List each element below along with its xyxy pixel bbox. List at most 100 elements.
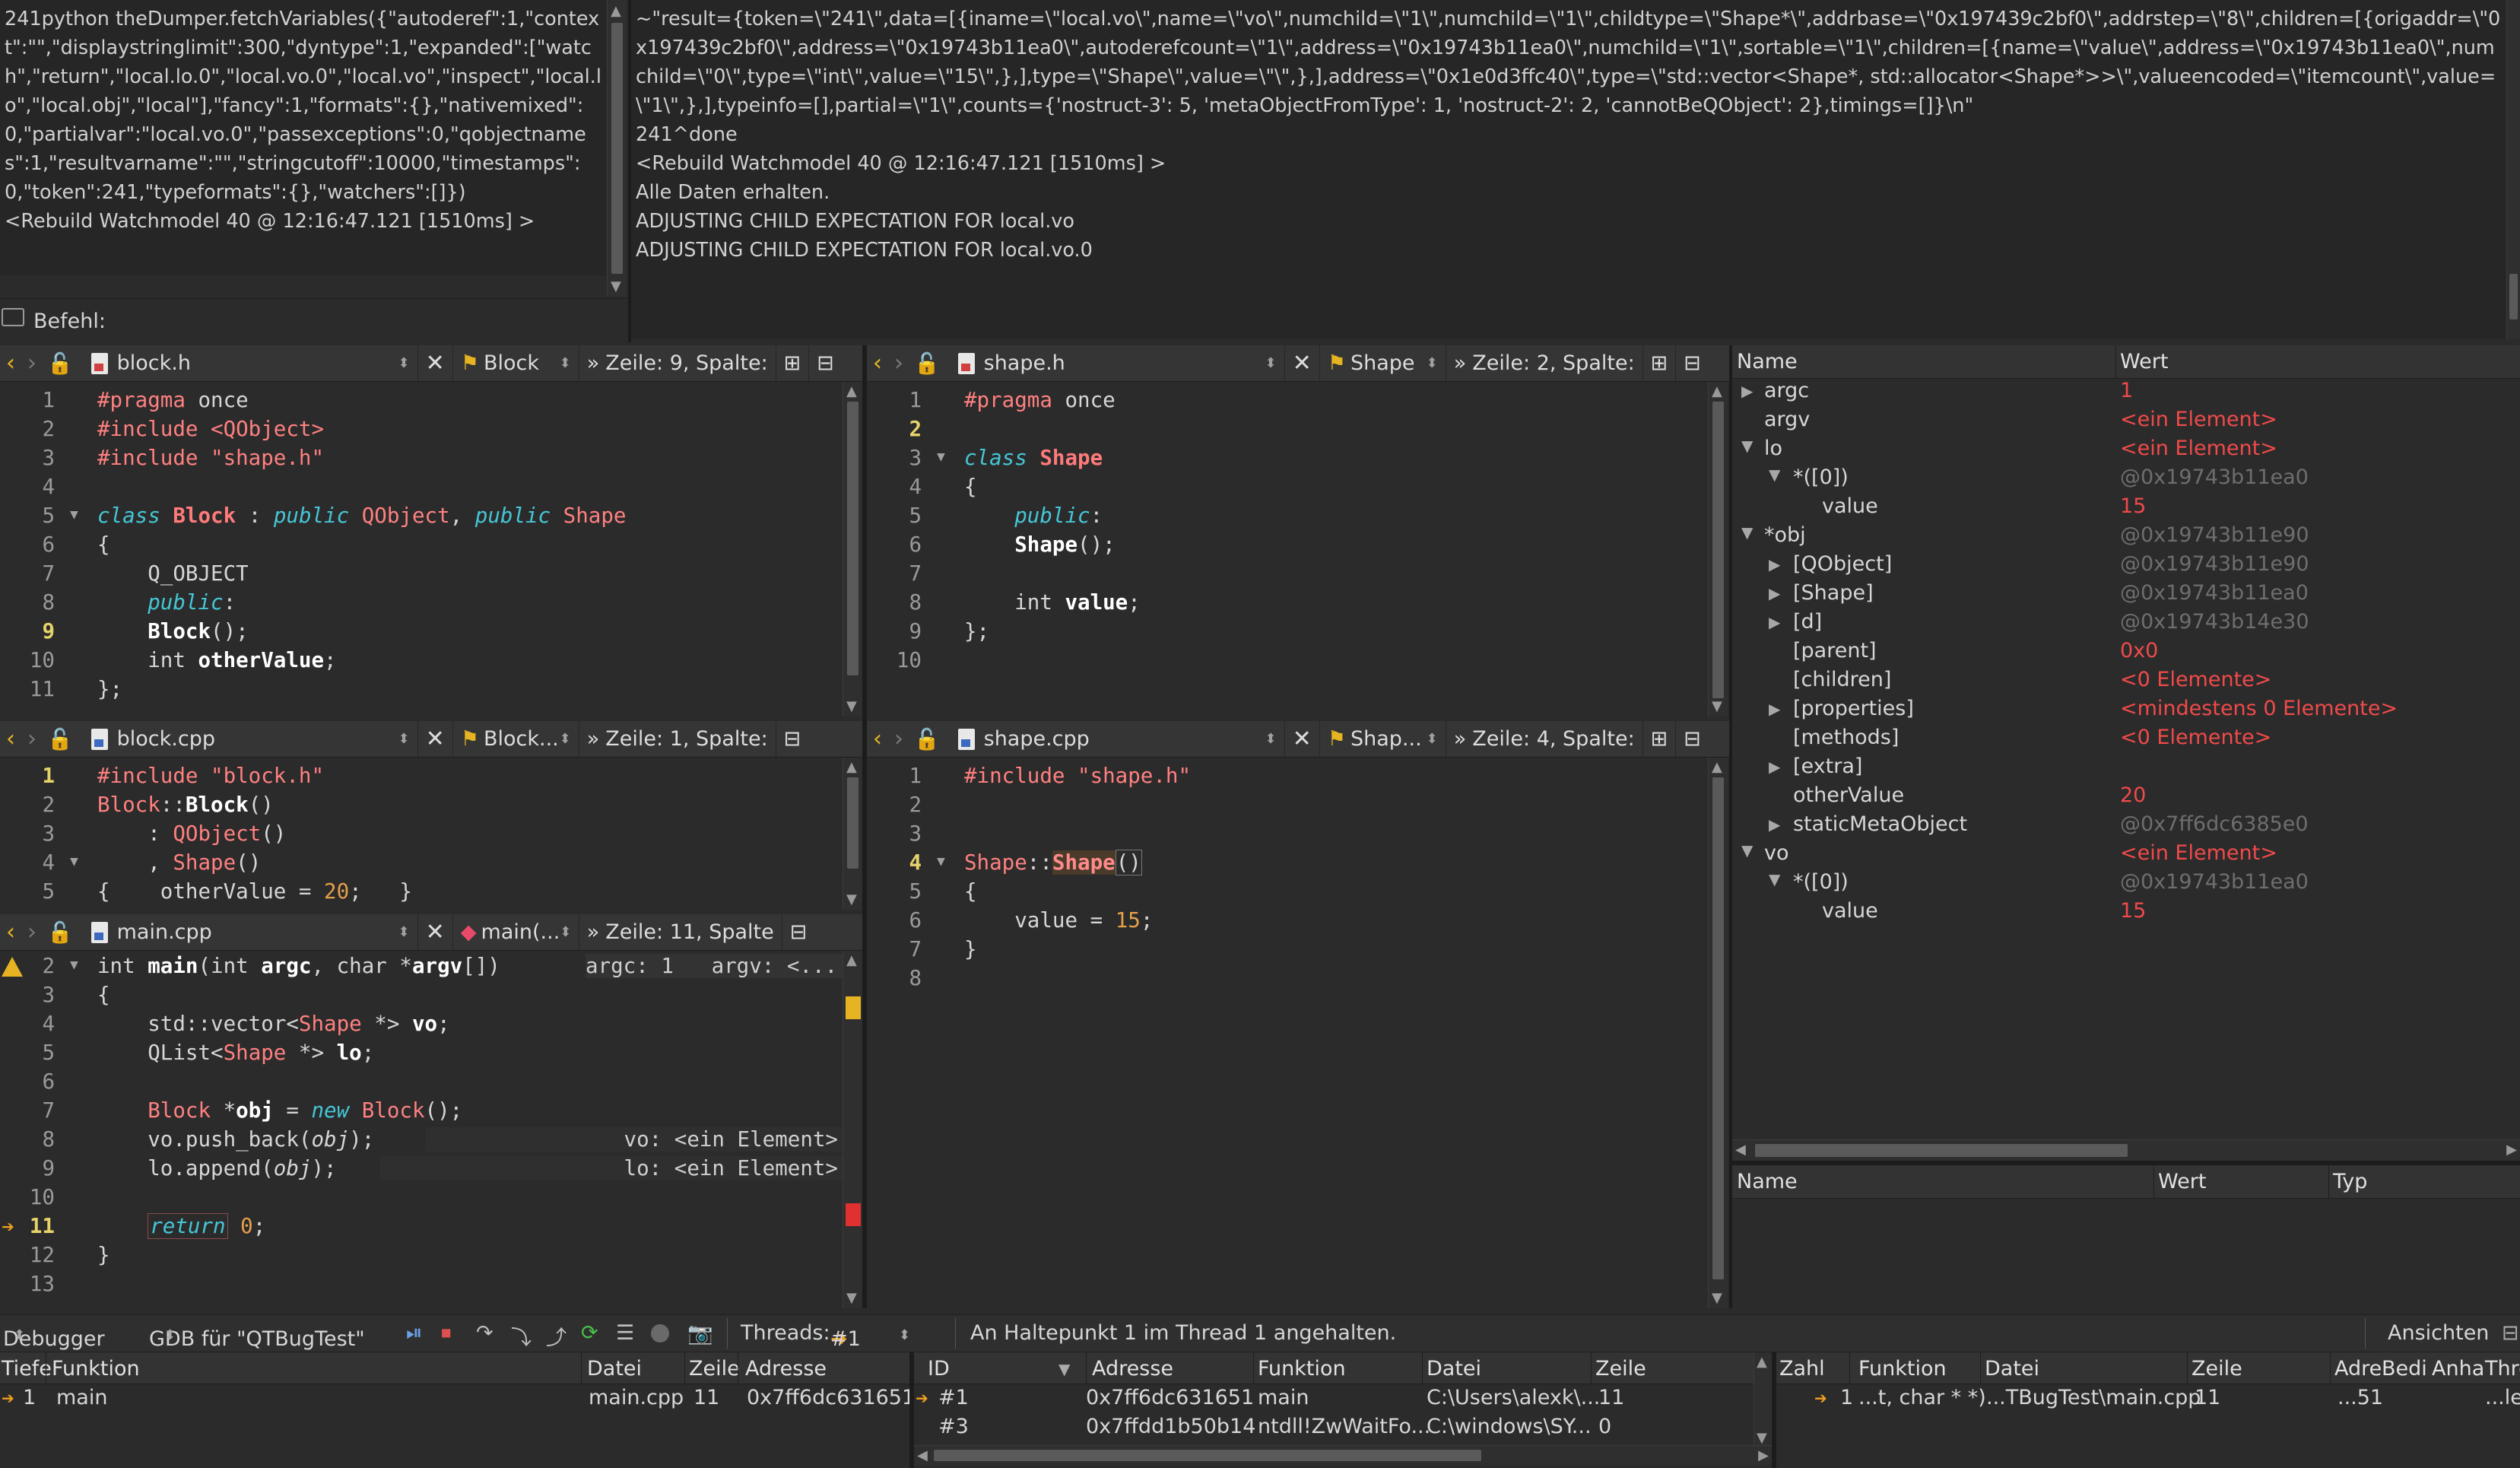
code-editor-main-cpp[interactable]: 2 ▼ 3 4 5 6 7 8 9 10 ➔ 11 12 13 int main(int argc, … [0, 951, 843, 1308]
shape-h-scrollbar[interactable]: ▲ ▼ [1708, 382, 1728, 717]
forward-icon[interactable]: › [888, 726, 909, 752]
block-h-scrollbar[interactable]: ▲ ▼ [843, 382, 862, 717]
local-row[interactable]: [children] [1793, 668, 1891, 691]
locals-header-name[interactable]: Name [1737, 350, 1798, 373]
local-row[interactable]: staticMetaObject [1793, 812, 1967, 836]
block-cpp-scrollbar[interactable]: ▲ ▼ [843, 758, 862, 910]
split-icon[interactable]: ⊞ [776, 345, 810, 381]
bp-header-condition[interactable]: Bedi [2382, 1357, 2427, 1381]
stack-header-line[interactable]: Zeile [689, 1357, 740, 1381]
threads-vscrollbar[interactable]: ▲ ▼ [1754, 1352, 1772, 1448]
back-icon[interactable]: ‹ [867, 350, 888, 377]
stack-row[interactable]: ➔ 1 main main.cpp 11 0x7ff6dc631651 [0, 1386, 909, 1415]
local-row[interactable]: [QObject] [1793, 552, 1892, 576]
close-icon[interactable]: ✕ [418, 914, 453, 950]
locals-tree[interactable]: argc 1 ▶ argv <ein Element> ▼ lo <ein Element… [1732, 379, 2520, 1139]
local-row[interactable]: [extra] [1793, 755, 1862, 778]
expand-icon[interactable]: ▶ [1769, 700, 1780, 718]
scroll-up-icon[interactable]: ▲ [611, 5, 621, 18]
scroll-down-icon[interactable]: ▼ [611, 280, 621, 294]
code-editor-block-cpp[interactable]: 1 2 3 4 ▼ 5 #include "block.h" Block::Block()… [0, 758, 843, 910]
step-out-icon[interactable]: ⤴ [546, 1321, 567, 1351]
file-selector[interactable]: shape.h ⬍ [951, 345, 1285, 381]
file-selector[interactable]: block.cpp ⬍ [84, 721, 418, 757]
expand-icon[interactable]: ▶ [1769, 758, 1780, 776]
collapse-icon[interactable]: ▼ [1741, 523, 1753, 542]
symbol-selector[interactable]: ◆ main(... ⬍ [453, 914, 579, 950]
local-row[interactable]: otherValue [1793, 783, 1904, 807]
forward-icon[interactable]: › [21, 350, 43, 377]
local-row[interactable]: [parent] [1793, 639, 1877, 663]
expand-icon[interactable]: ▶ [1769, 613, 1780, 631]
local-row[interactable]: *([0]) [1793, 466, 1849, 489]
forward-icon[interactable]: › [888, 350, 909, 377]
local-row[interactable]: *([0]) [1793, 870, 1849, 894]
symbol-selector[interactable]: ⚑ Shape ⬍ [1320, 345, 1446, 381]
back-icon[interactable]: ‹ [0, 919, 21, 945]
threads-header-id[interactable]: ID [928, 1357, 950, 1381]
local-row[interactable]: *obj [1764, 523, 1806, 547]
close-split-icon[interactable]: ⊟ [1676, 345, 1709, 381]
collapse-icon[interactable]: ▼ [1769, 466, 1780, 484]
expand-icon[interactable]: ▶ [1741, 382, 1753, 400]
bp-header-ignore[interactable]: Anha [2432, 1357, 2484, 1381]
log-right-scrollbar[interactable] [2506, 0, 2520, 339]
watch-tree[interactable] [1732, 1199, 2520, 1308]
close-split-icon[interactable]: ⊟ [776, 721, 809, 757]
bp-header-address[interactable]: Adre [2334, 1357, 2382, 1381]
expand-icon[interactable]: ▶ [1769, 555, 1780, 574]
local-row[interactable]: [properties] [1793, 697, 1914, 720]
step-over-icon[interactable]: ↷ [476, 1321, 494, 1345]
close-icon[interactable]: ✕ [1285, 345, 1320, 381]
threads-header-function[interactable]: Funktion [1258, 1357, 1346, 1381]
bp-header-function[interactable]: Funktion [1858, 1357, 1947, 1381]
expand-icon[interactable]: ▶ [1769, 584, 1780, 602]
watch-header-name[interactable]: Name [1737, 1170, 1798, 1193]
debugger-log-left[interactable]: 241python theDumper.fetchVariables({"aut… [0, 0, 607, 275]
split-icon[interactable]: ⊞ [1643, 721, 1677, 757]
collapse-icon[interactable]: ▼ [1741, 437, 1753, 455]
local-row[interactable]: argc [1764, 379, 1809, 402]
breakpoint-toggle-icon[interactable] [651, 1324, 669, 1342]
close-icon[interactable]: ✕ [418, 721, 453, 757]
snapshot-icon[interactable]: 📷 [687, 1321, 713, 1346]
expand-icon[interactable]: ▶ [1769, 815, 1780, 834]
local-row[interactable]: value [1822, 899, 1878, 923]
local-row[interactable]: lo [1764, 437, 1782, 460]
local-row[interactable]: value [1822, 494, 1878, 518]
local-row[interactable]: [Shape] [1793, 581, 1874, 605]
bp-header-line[interactable]: Zeile [2192, 1357, 2242, 1381]
disassembly-icon[interactable]: ☰ [616, 1321, 634, 1345]
watch-header-value[interactable]: Wert [2158, 1170, 2206, 1193]
bp-header-number[interactable]: Zahl [1779, 1357, 1825, 1381]
threads-table[interactable]: ➔ #1 0x7ff6dc631651 main C:\Users\alexk\… [914, 1384, 1754, 1448]
continue-icon[interactable]: ⏯ [406, 1321, 423, 1346]
threads-hscrollbar[interactable]: ◀ ▶ [914, 1445, 1772, 1465]
bp-header-threads[interactable]: Thre [2485, 1357, 2520, 1381]
symbol-selector[interactable]: ⚑ Block ⬍ [453, 345, 579, 381]
threads-header-line[interactable]: Zeile [1595, 1357, 1646, 1381]
main-cpp-scrollbar[interactable]: ▲ ▼ [843, 951, 862, 1308]
code-editor-shape-cpp[interactable]: 1 2 3 4 ▼ 5 6 7 8 #include "shape.h" Shape::Shap… [867, 758, 1708, 1308]
stack-header-address[interactable]: Adresse [745, 1357, 827, 1381]
local-row[interactable]: argv [1764, 408, 1810, 431]
locals-header-value[interactable]: Wert [2120, 350, 2168, 373]
restart-icon[interactable]: ⟳ [581, 1321, 598, 1345]
step-into-icon[interactable]: ⤵ [511, 1321, 532, 1351]
views-button[interactable]: Ansichten [2388, 1321, 2489, 1345]
file-selector[interactable]: shape.cpp ⬍ [951, 721, 1285, 757]
stack-header-level[interactable]: Tiefe [2, 1357, 52, 1381]
symbol-selector[interactable]: ⚑ Shap... ⬍ [1320, 721, 1446, 757]
file-selector[interactable]: main.cpp ⬍ [84, 914, 418, 950]
locals-hscrollbar[interactable]: ◀ ▶ [1732, 1139, 2520, 1161]
back-icon[interactable]: ‹ [867, 726, 888, 752]
close-icon[interactable]: ✕ [418, 345, 453, 381]
stack-header-file[interactable]: Datei [587, 1357, 642, 1381]
code-editor-block-h[interactable]: 1 2 3 4 5 ▼ 6 7 8 9 10 11 #pragma once #include <QO… [0, 382, 843, 717]
bp-header-file[interactable]: Datei [1985, 1357, 2039, 1381]
collapse-icon[interactable]: ▼ [1769, 870, 1780, 888]
close-split-icon[interactable]: ⊟ [809, 345, 842, 381]
local-row[interactable]: [d] [1793, 610, 1822, 634]
symbol-selector[interactable]: ⚑ Block... ⬍ [453, 721, 579, 757]
back-icon[interactable]: ‹ [0, 726, 21, 752]
